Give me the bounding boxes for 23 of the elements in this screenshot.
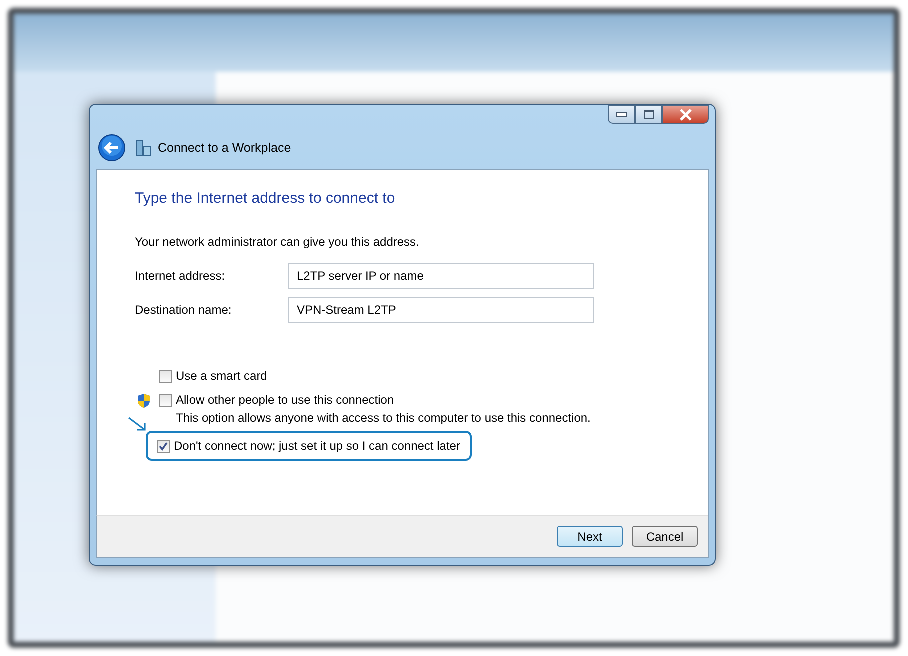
input-field[interactable]: L2TP server IP or name (288, 263, 594, 289)
checkbox-label[interactable]: Allow other people to use this connection (176, 393, 394, 407)
field-label: Destination name: (135, 303, 233, 317)
instruction-text: Your network administrator can give you this address. (135, 235, 420, 249)
cancel-button[interactable]: Cancel (632, 526, 698, 547)
input-field[interactable]: VPN-Stream L2TP (288, 297, 594, 323)
close-icon (678, 108, 692, 120)
pointer-arrow-icon (128, 417, 148, 433)
field-label: Internet address: (135, 269, 226, 283)
minimize-button[interactable] (608, 105, 635, 124)
option-description: This option allows anyone with access to this computer to use this connection. (175, 411, 592, 425)
checkbox-label[interactable]: Don't connect now; just set it up so I can connect later (174, 439, 460, 453)
dialog-heading: Type the Internet address to connect to (135, 190, 396, 207)
checkbox[interactable] (159, 370, 172, 382)
checkbox[interactable] (159, 394, 172, 406)
dialog-title: Connect to a Workplace (158, 141, 292, 155)
checkbox-label[interactable]: Use a smart card (176, 369, 268, 383)
close-button[interactable] (662, 105, 709, 124)
back-button[interactable] (98, 134, 126, 162)
maximize-button[interactable] (635, 105, 662, 124)
checkbox[interactable] (157, 440, 170, 452)
next-button[interactable]: Next (557, 526, 623, 547)
network-buildings-icon (136, 139, 152, 157)
